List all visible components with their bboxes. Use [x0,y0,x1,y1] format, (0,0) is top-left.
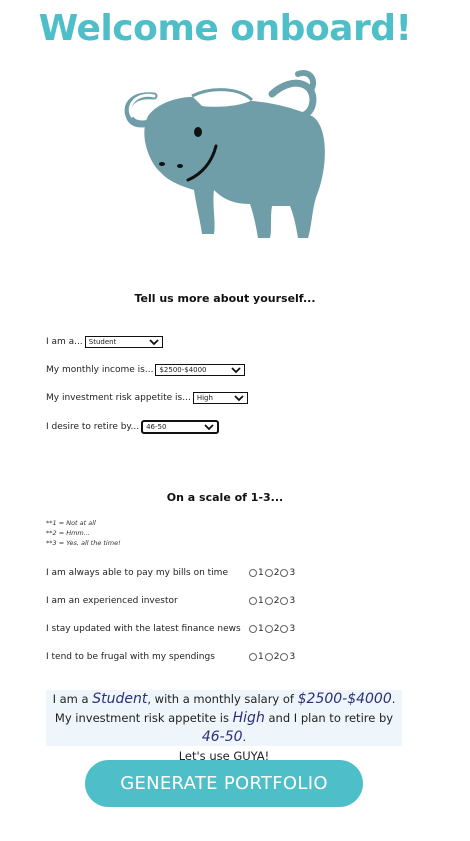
role-select[interactable]: Student [84,336,163,348]
rating-radio-3[interactable] [280,625,289,633]
scale-heading: On a scale of 1-3... [166,491,284,504]
summary-text: I am a [52,692,93,706]
rating-option-label: 2 [273,652,280,662]
scale-question-row: I tend to be frugal with my spendings 1 … [46,652,366,662]
scale-question-row: I am an experienced investor 1 2 3 [46,596,366,606]
scale-legend: **1 = Not at all **2 = Hmm... **3 = Yes,… [46,518,121,548]
retire-row: I desire to retire by... 46-50 [46,420,220,434]
legend-item: **3 = Yes, all the time! [46,539,121,547]
rating-radio-2[interactable] [264,625,273,633]
income-label: My monthly income is... [46,365,154,375]
rating-option-label: 2 [273,624,280,634]
rating-radio-group: 1 2 3 [249,652,296,662]
rating-radio-1[interactable] [249,597,257,605]
page-title: Welcome onboard! [38,8,412,49]
rating-option-label: 1 [258,624,264,634]
retire-label: I desire to retire by... [46,422,140,432]
rating-radio-3[interactable] [280,653,289,661]
chevron-down-icon [231,367,242,373]
rating-radio-group: 1 2 3 [249,596,296,606]
rating-radio-group: 1 2 3 [249,568,296,578]
rating-option-label: 2 [273,568,280,578]
scale-question-row: I am always able to pay my bills on time… [46,568,366,578]
summary-risk: High [232,710,265,726]
scale-question: I am an experienced investor [46,596,178,606]
chevron-down-icon [149,339,159,345]
retire-select-value: 46-50 [146,423,167,431]
rating-option-label: 3 [289,596,296,606]
summary-text: and I plan to retire by [264,711,394,725]
summary-income: $2500-$4000 [297,691,392,707]
rating-radio-group: 1 2 3 [249,624,296,634]
scale-question-row: I stay updated with the latest finance n… [46,624,366,634]
buffalo-icon [124,70,325,239]
income-select-value: $2500-$4000 [159,366,207,374]
scale-question: I stay updated with the latest finance n… [46,624,241,634]
scale-question: I tend to be frugal with my spendings [46,652,215,662]
rating-radio-2[interactable] [264,597,273,605]
rating-option-label: 2 [273,596,280,606]
chevron-down-icon [234,395,244,401]
risk-label: My investment risk appetite is... [46,393,191,403]
profile-heading: Tell us more about yourself... [134,292,316,305]
rating-radio-2[interactable] [264,569,273,577]
income-row: My monthly income is... $2500-$4000 [46,364,246,376]
rating-radio-1[interactable] [249,569,257,577]
summary-retire: 46-50 [201,729,243,745]
summary-text: , with a monthly salary of [147,692,298,706]
role-label: I am a... [46,337,83,347]
summary-role: Student [92,691,148,707]
rating-radio-3[interactable] [280,569,289,577]
retire-select[interactable]: 46-50 [141,420,220,434]
rating-option-label: 3 [289,568,296,578]
role-row: I am a... Student [46,336,163,348]
legend-item: **2 = Hmm... [46,529,90,537]
rating-option-label: 3 [289,624,296,634]
summary-text: . [242,730,247,744]
rating-option-label: 1 [258,596,264,606]
generate-portfolio-button[interactable]: GENERATE PORTFOLIO [85,760,363,807]
rating-radio-1[interactable] [249,653,257,661]
rating-radio-1[interactable] [249,625,257,633]
rating-option-label: 3 [289,652,296,662]
scale-question: I am always able to pay my bills on time [46,568,228,578]
profile-summary: I am a Student, with a monthly salary of… [46,690,402,763]
risk-row: My investment risk appetite is... High [46,392,248,404]
risk-select-value: High [196,394,213,402]
rating-option-label: 1 [258,568,264,578]
rating-radio-2[interactable] [264,653,273,661]
role-select-value: Student [88,338,117,346]
income-select[interactable]: $2500-$4000 [155,364,246,376]
chevron-down-icon [204,424,214,430]
rating-option-label: 1 [258,652,264,662]
legend-item: **1 = Not at all [46,519,96,527]
rating-radio-3[interactable] [280,597,289,605]
risk-select[interactable]: High [192,392,248,404]
